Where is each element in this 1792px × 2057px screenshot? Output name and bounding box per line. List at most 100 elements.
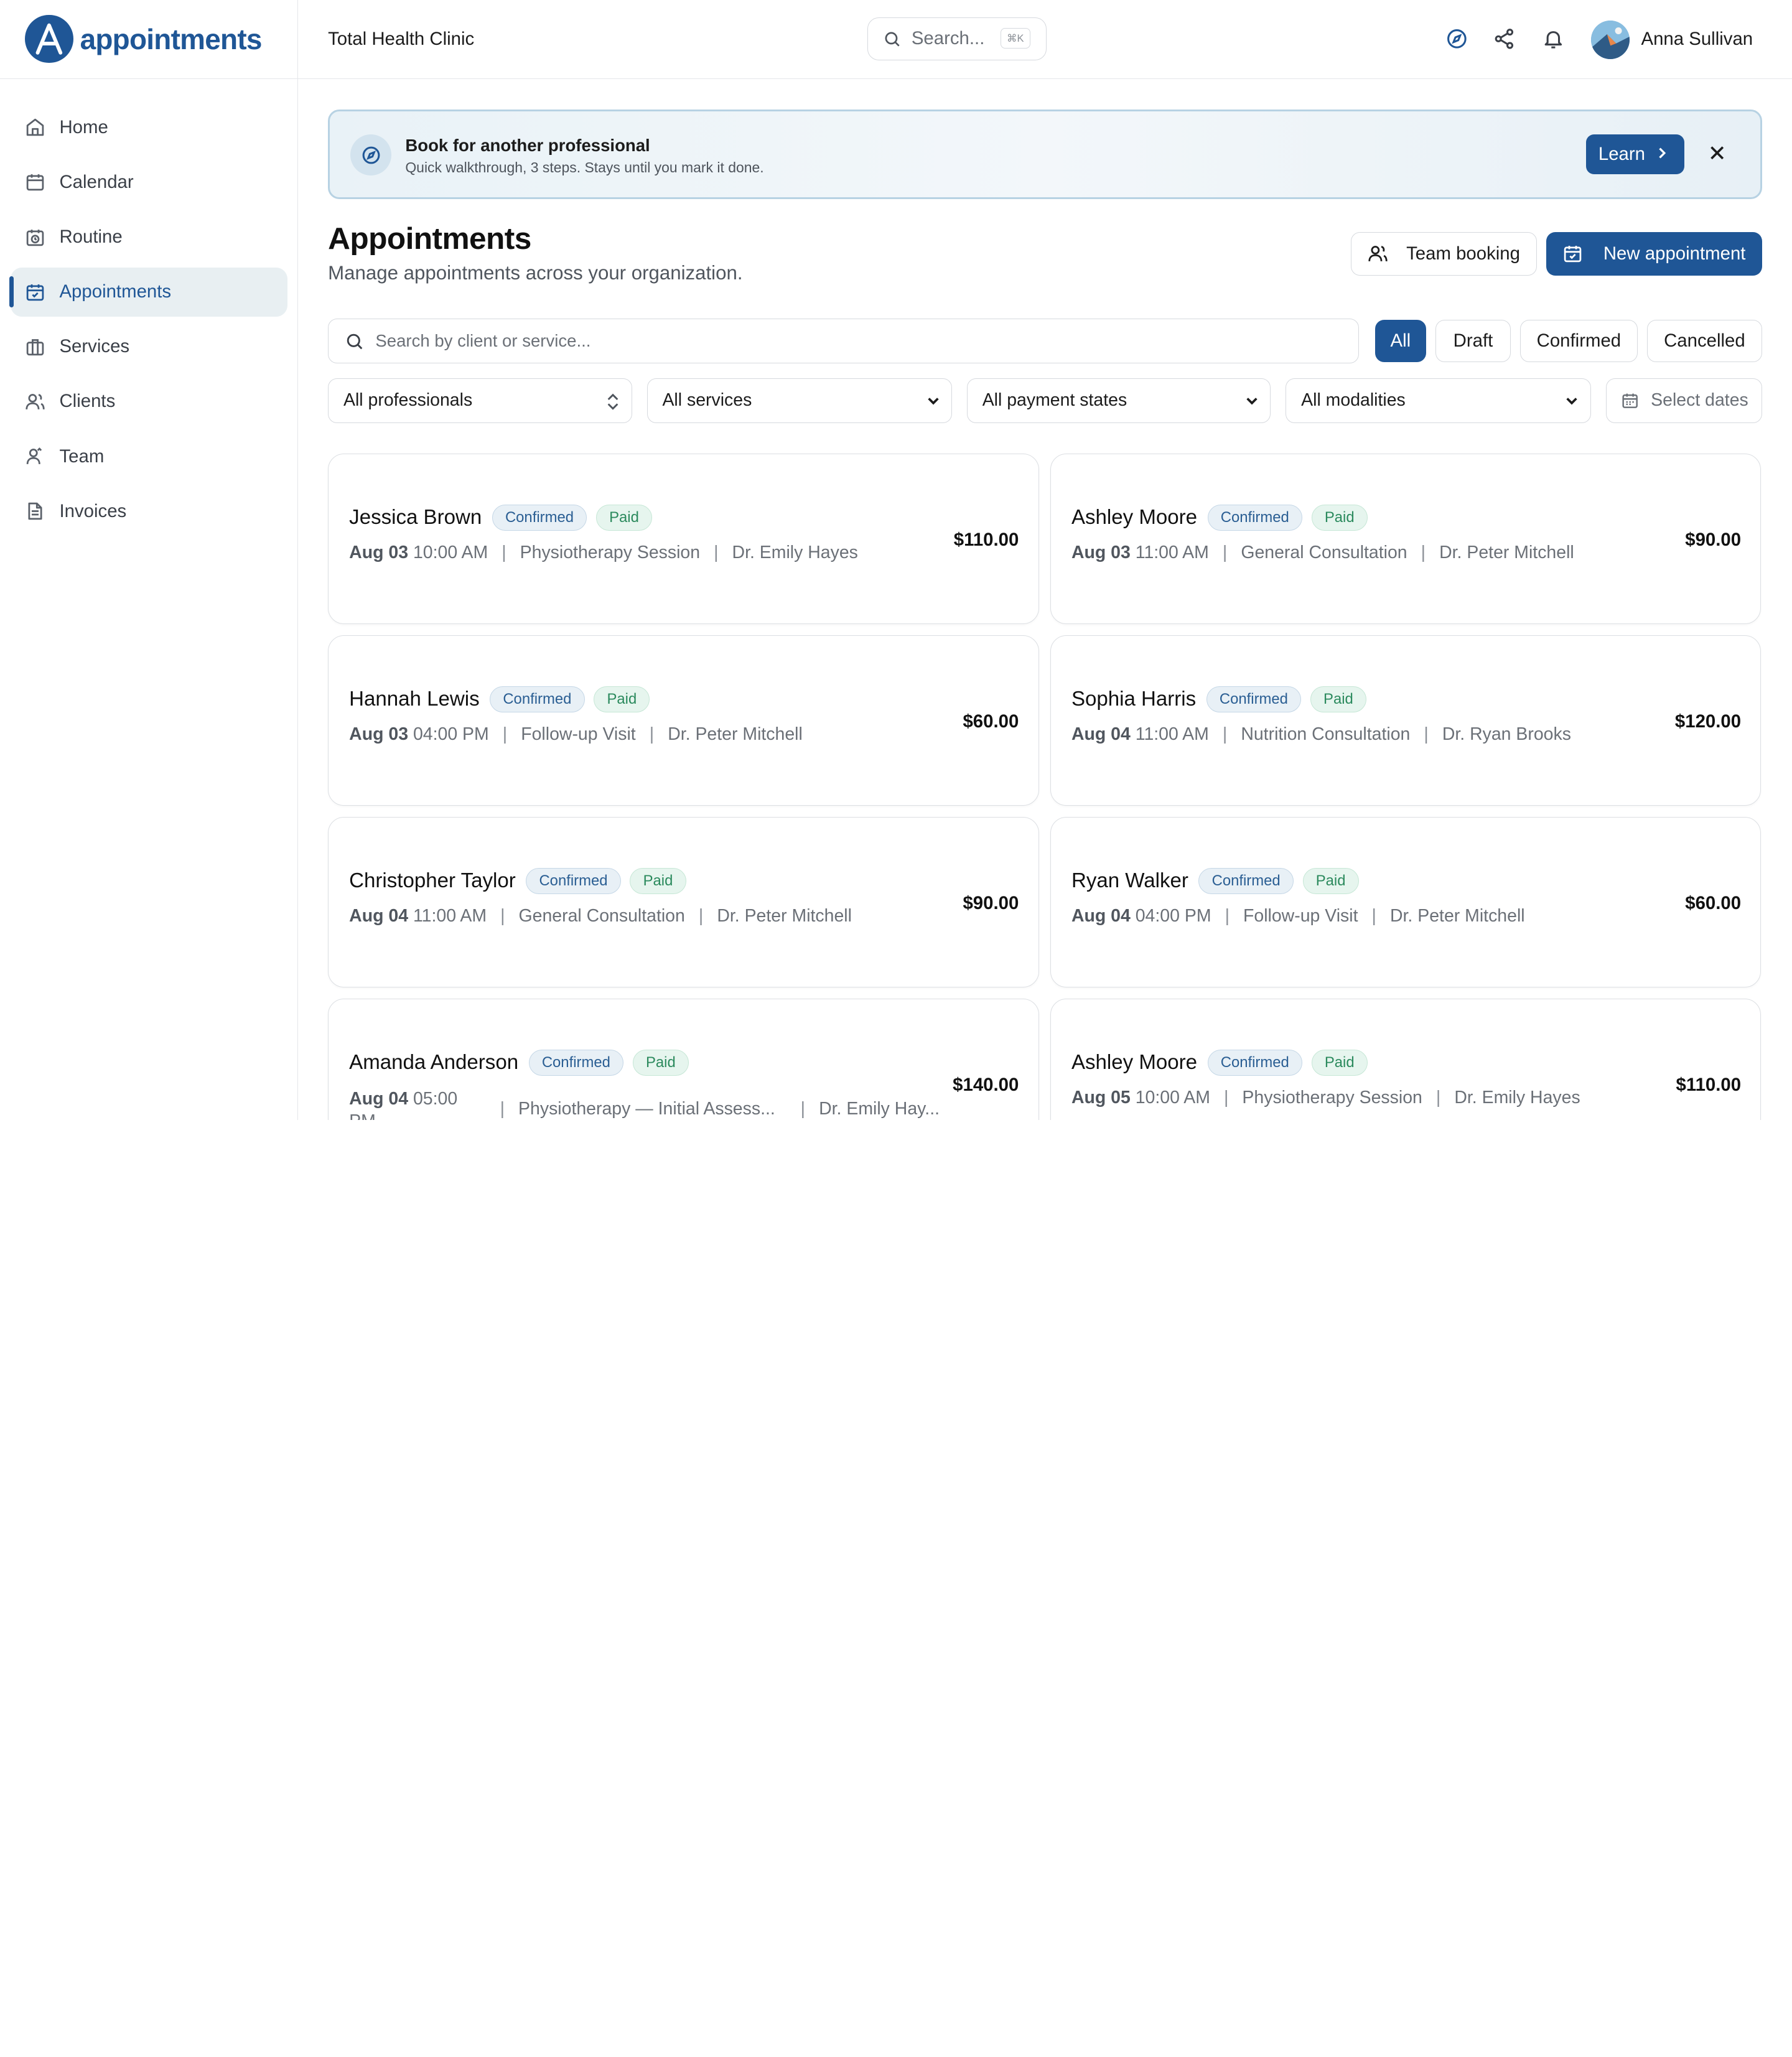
appointment-price: $110.00 [1676, 1075, 1742, 1096]
sidebar-item-services[interactable]: Services [11, 322, 287, 371]
close-icon[interactable] [1708, 144, 1726, 162]
appointment-time: 10:00 AM [1135, 1087, 1210, 1108]
appointment-time: 04:00 PM [413, 724, 489, 744]
sidebar-item-clients[interactable]: Clients [11, 377, 287, 426]
team-icon [25, 446, 45, 467]
client-name: Sophia Harris [1071, 688, 1197, 711]
appointment-card[interactable]: Amanda Anderson Confirmed Paid Aug 04 05… [328, 999, 1039, 1120]
logo-text: appointments [80, 22, 263, 55]
appointment-date: Aug 04 [349, 905, 409, 926]
logo[interactable]: appointments [0, 0, 298, 79]
appointment-price: $90.00 [1685, 529, 1742, 551]
appointment-service: Follow-up Visit [1243, 905, 1358, 926]
calendar-icon [1621, 391, 1639, 409]
global-search-placeholder: Search... [911, 28, 985, 49]
payment-badge: Paid [1310, 686, 1366, 713]
sidebar-item-team[interactable]: Team [11, 432, 287, 481]
appointment-professional: Dr. Peter Mitchell [1389, 905, 1525, 926]
client-search-input[interactable]: Search by client or service... [328, 319, 1359, 364]
appointment-time: 10:00 AM [413, 542, 488, 562]
calendar-icon [25, 172, 45, 192]
learn-button-label: Learn [1598, 144, 1645, 165]
appointment-date: Aug 04 [1071, 724, 1131, 744]
app-root: appointments Home Calendar Routine Appoi… [0, 0, 1792, 1120]
payment-badge: Paid [632, 1050, 689, 1076]
modalities-select[interactable]: All modalities [1286, 378, 1591, 423]
sidebar-item-label: Calendar [59, 171, 134, 192]
payment-badge: Paid [1311, 1050, 1368, 1076]
search-shortcut-badge: ⌘K [1000, 28, 1030, 49]
avatar[interactable] [1590, 21, 1630, 60]
appointment-date: Aug 04 [349, 1088, 409, 1109]
status-badge: Confirmed [1198, 868, 1294, 895]
appointment-card[interactable]: Hannah Lewis Confirmed Paid Aug 03 04:00… [328, 635, 1039, 806]
learn-button[interactable]: Learn [1585, 134, 1684, 175]
status-badge: Confirmed [1207, 1050, 1302, 1076]
appointment-card[interactable]: Ryan Walker Confirmed Paid Aug 04 04:00 … [1050, 817, 1762, 987]
payment-badge: Paid [1302, 868, 1359, 895]
status-badge: Confirmed [1207, 504, 1302, 531]
team-booking-button[interactable]: Team booking [1350, 231, 1538, 276]
bell-icon[interactable] [1542, 27, 1565, 50]
client-name: Ryan Walker [1071, 869, 1188, 893]
appointment-professional: Dr. Peter Mitchell [717, 905, 852, 926]
briefcase-icon [25, 337, 45, 357]
chevron-down-icon [1245, 395, 1259, 406]
sidebar-item-appointments[interactable]: Appointments [9, 267, 287, 317]
appointment-professional: Dr. Peter Mitchell [668, 724, 803, 744]
appointment-card[interactable]: Sophia Harris Confirmed Paid Aug 04 11:0… [1050, 635, 1762, 806]
search-icon [345, 332, 364, 351]
sidebar-item-calendar[interactable]: Calendar [11, 157, 287, 207]
appointment-price: $90.00 [963, 893, 1019, 914]
sidebar-item-label: Appointments [59, 281, 172, 302]
status-badge: Confirmed [528, 1050, 624, 1076]
appointment-time: 11:00 AM [1135, 724, 1209, 744]
status-tab-all[interactable]: All [1374, 320, 1427, 363]
sidebar-item-label: Clients [59, 391, 116, 412]
modalities-select-value: All modalities [1301, 390, 1406, 411]
calendar-plus-icon [1562, 243, 1583, 264]
chevron-right-icon [1656, 144, 1668, 165]
appointment-price: $60.00 [1685, 893, 1742, 914]
share-icon[interactable] [1493, 27, 1516, 50]
new-appointment-button[interactable]: New appointment [1546, 231, 1763, 276]
routine-icon [25, 227, 45, 248]
professionals-select-value: All professionals [343, 390, 473, 411]
services-select[interactable]: All services [646, 378, 952, 423]
appointment-service: Physiotherapy Session [520, 542, 701, 562]
sidebar-item-label: Invoices [59, 500, 127, 521]
status-tab-cancelled[interactable]: Cancelled [1646, 320, 1763, 363]
chevron-up-down-icon [606, 393, 620, 411]
sidebar: appointments Home Calendar Routine Appoi… [0, 0, 299, 1120]
appointment-card[interactable]: Jessica Brown Confirmed Paid Aug 03 10:0… [328, 454, 1039, 624]
sidebar-item-home[interactable]: Home [11, 103, 287, 152]
chevron-down-icon [926, 395, 940, 406]
sidebar-item-invoices[interactable]: Invoices [11, 487, 287, 536]
payment-badge: Paid [1311, 504, 1368, 531]
compass-icon[interactable] [1445, 27, 1468, 50]
sidebar-nav: Home Calendar Routine Appointments Servi… [0, 79, 297, 536]
status-tab-draft[interactable]: Draft [1435, 320, 1511, 363]
global-search-input[interactable]: Search... ⌘K [867, 17, 1047, 61]
appointment-card[interactable]: Christopher Taylor Confirmed Paid Aug 04… [328, 817, 1039, 987]
payment-badge: Paid [595, 504, 653, 531]
sidebar-item-routine[interactable]: Routine [11, 213, 287, 262]
team-booking-label: Team booking [1406, 243, 1520, 264]
appointment-card[interactable]: Ashley Moore Confirmed Paid Aug 05 10:00… [1050, 999, 1762, 1120]
status-tab-confirmed[interactable]: Confirmed [1519, 320, 1638, 363]
user-name[interactable]: Anna Sullivan [1641, 29, 1753, 50]
appointment-service: Nutrition Consultation [1241, 724, 1411, 744]
appointment-price: $120.00 [1674, 711, 1742, 732]
appointment-date: Aug 05 [1071, 1087, 1131, 1108]
status-badge: Confirmed [490, 686, 585, 713]
payment-states-select[interactable]: All payment states [966, 378, 1271, 423]
sidebar-item-label: Services [59, 336, 130, 357]
page-title: Appointments [328, 221, 531, 256]
appointment-price: $60.00 [963, 711, 1019, 732]
professionals-select[interactable]: All professionals [328, 378, 632, 423]
appointment-professional: Dr. Emily Hayes [732, 542, 858, 562]
date-range-picker[interactable]: Select dates [1605, 378, 1763, 423]
appointment-service: Physiotherapy Session [1242, 1087, 1422, 1108]
appointment-card[interactable]: Ashley Moore Confirmed Paid Aug 03 11:00… [1050, 454, 1762, 624]
home-icon [25, 117, 45, 138]
